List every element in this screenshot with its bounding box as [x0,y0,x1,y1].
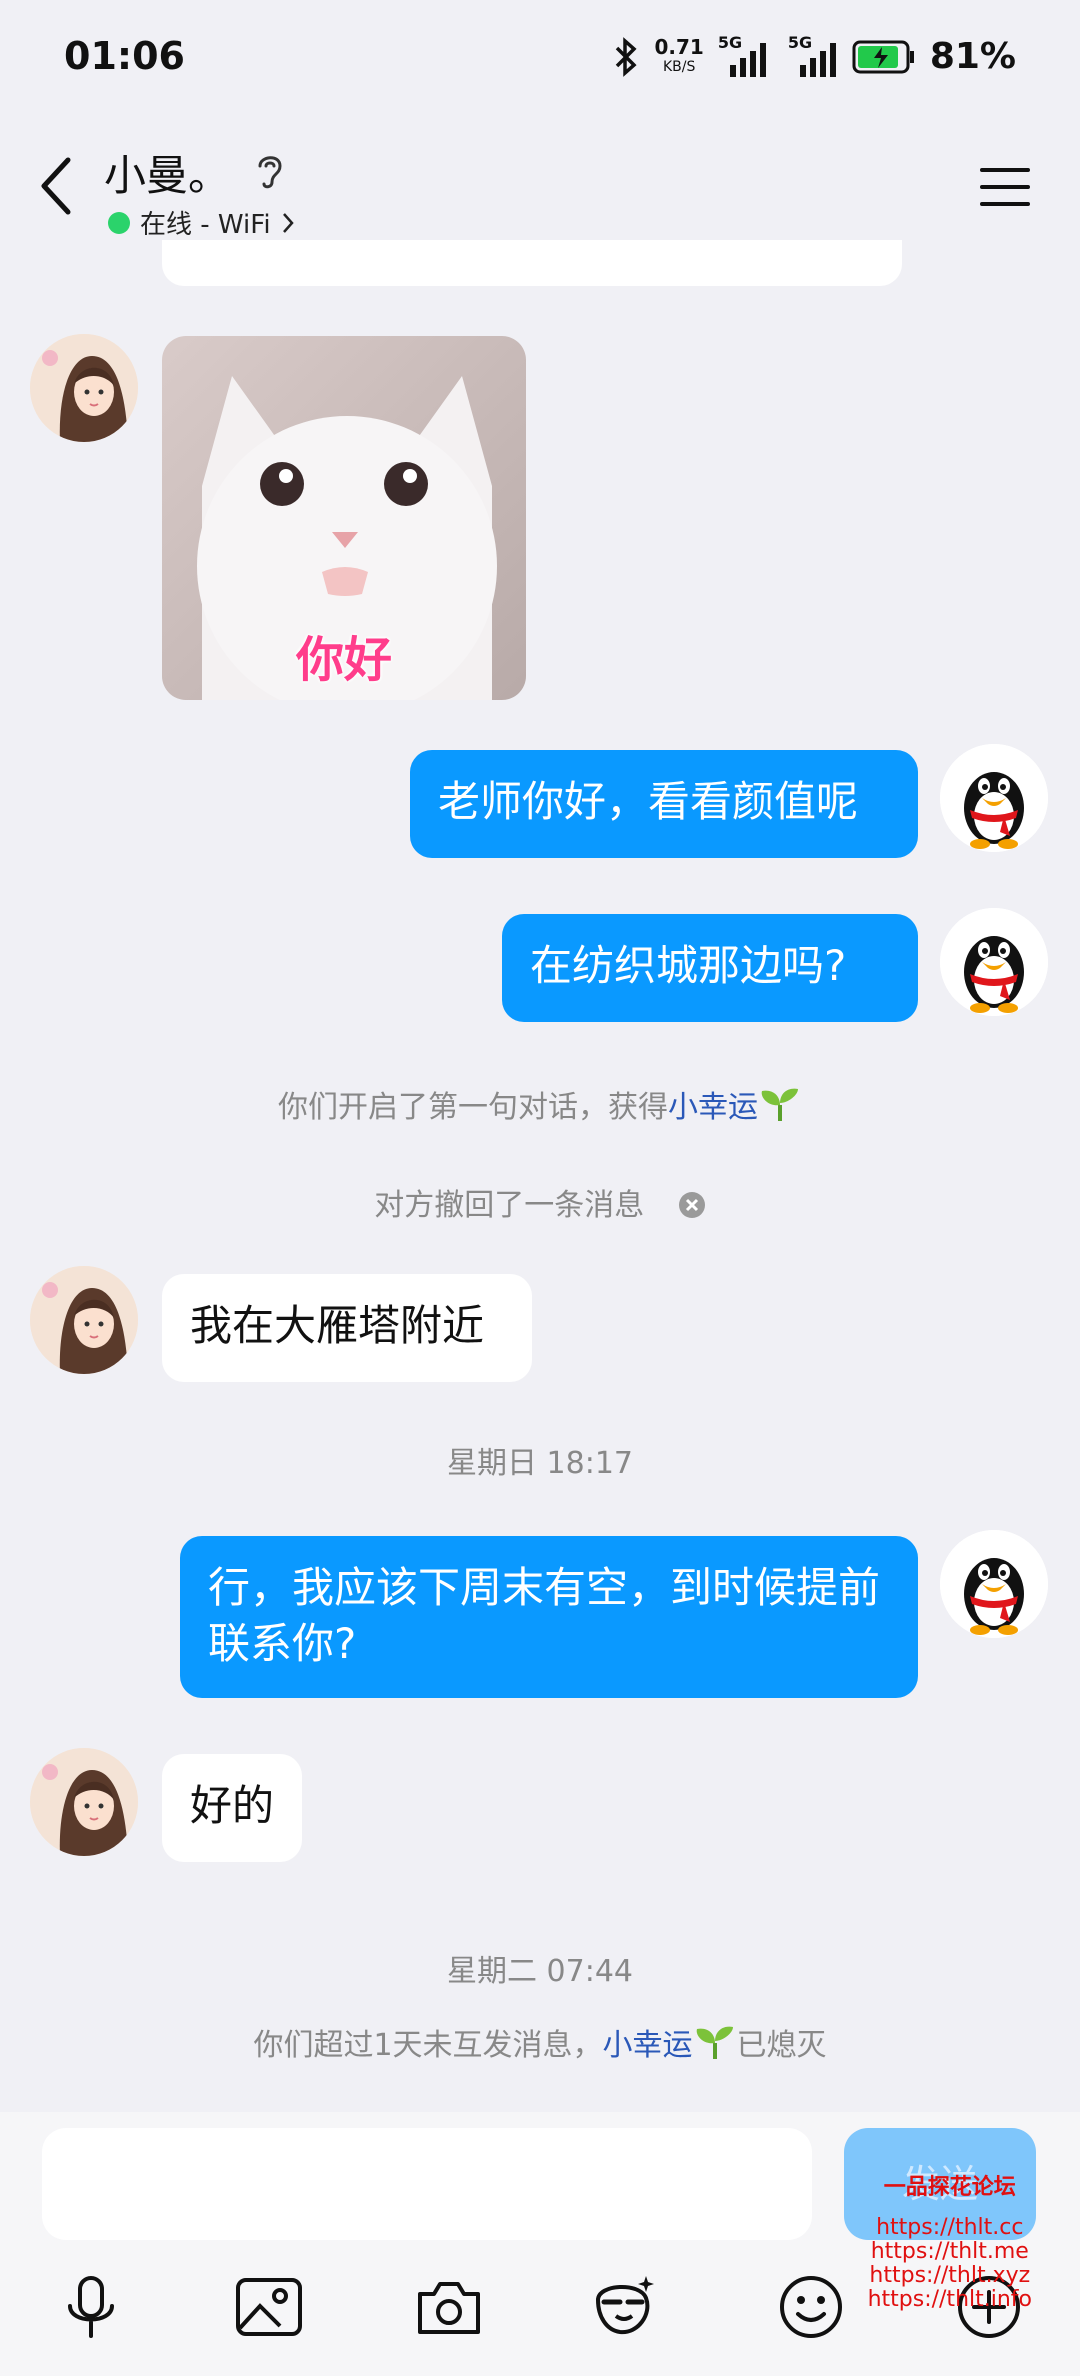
camera-icon[interactable] [414,2272,484,2342]
system-notice-lucky-expired: 你们超过1天未互发消息，小幸运 已熄灭 [0,2020,1080,2064]
incoming-message[interactable]: 我在大雁塔附近 [162,1274,532,1382]
cat-sticker[interactable]: 你好 [162,336,526,700]
message-input[interactable] [42,2128,812,2240]
outgoing-message[interactable]: 在纺织城那边吗? [502,914,918,1022]
contact-name[interactable]: 小曼。 [104,142,230,203]
chevron-right-icon [282,212,294,233]
lucky-link[interactable]: 小幸运 [603,2028,693,2063]
bluetooth-icon [616,36,638,77]
image-icon[interactable] [234,2272,304,2342]
menu-icon[interactable] [980,166,1030,208]
ear-icon[interactable] [254,150,286,192]
status-icons: 0.71 KB/S 5G 5G 81% [612,33,1016,77]
signal-sim1-icon: 5G [718,33,768,77]
close-icon[interactable] [678,1191,706,1219]
recall-notice: 对方撤回了一条消息 [0,1180,1080,1224]
sprout-icon [761,1088,798,1121]
previous-message-bubble[interactable] [162,240,902,286]
status-bar: 01:06 0.71 KB/S 5G 5G 81% [0,0,1080,110]
outgoing-message[interactable]: 老师你好，看看颜值呢 [410,750,918,858]
status-time: 01:06 [64,34,185,78]
watermark: 一品探花论坛 https://thlt.cc https://thlt.me h… [867,2175,1032,2312]
presence-status[interactable]: 在线 - WiFi [108,204,295,241]
online-dot [108,211,130,234]
timestamp: 星期二 07:44 [447,1954,633,1989]
outgoing-message[interactable]: 行，我应该下周末有空，到时候提前联系你? [180,1536,918,1698]
back-icon[interactable] [36,156,76,216]
lucky-link[interactable]: 小幸运 [668,1090,758,1125]
signal-sim2-icon: 5G [782,33,838,77]
contact-avatar[interactable] [30,334,138,442]
system-notice-first-chat: 你们开启了第一句对话，获得小幸运 [0,1082,1080,1126]
emoji-icon[interactable] [776,2272,846,2342]
contact-avatar[interactable] [30,1748,138,1856]
sprout-icon [696,2026,733,2059]
battery-percent: 81% [929,36,1016,77]
my-avatar[interactable] [940,1530,1048,1638]
battery-icon [852,40,914,73]
my-avatar[interactable] [940,744,1048,852]
presence-text: 在线 - WiFi [140,210,271,240]
net-speed: 0.71 KB/S [654,34,704,75]
incoming-message[interactable]: 好的 [162,1754,302,1862]
sticker-icon[interactable] [590,2272,660,2342]
mic-icon[interactable] [56,2272,126,2342]
timestamp: 星期日 18:17 [447,1446,633,1481]
my-avatar[interactable] [940,908,1048,1016]
sticker-caption: 你好 [295,632,392,688]
contact-avatar[interactable] [30,1266,138,1374]
